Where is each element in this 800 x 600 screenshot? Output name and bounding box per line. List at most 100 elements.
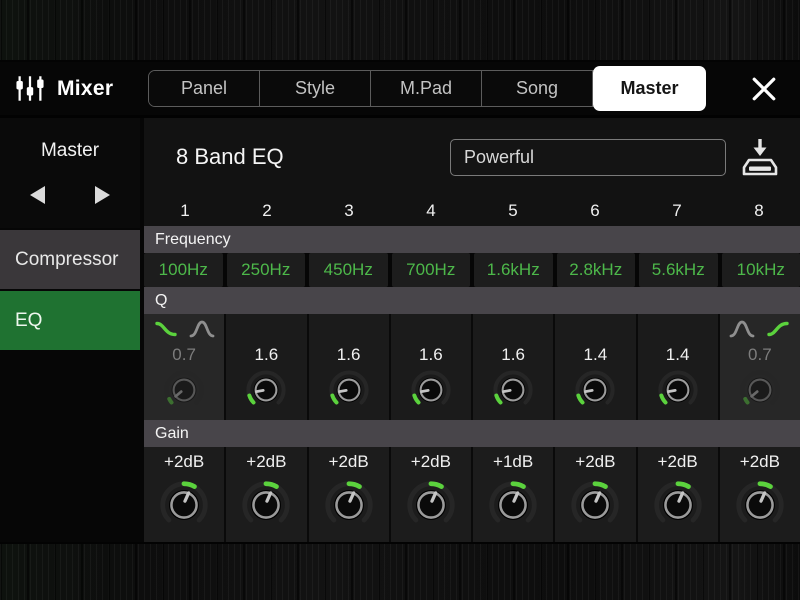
mixer-screen: Mixer Panel Style M.Pad Song Master Mast… bbox=[0, 0, 800, 600]
gain-value: +2dB bbox=[164, 452, 205, 471]
q-band-8: 0.7 bbox=[719, 314, 800, 420]
filter-shape-row bbox=[309, 314, 389, 344]
q-knob[interactable] bbox=[242, 366, 290, 414]
gain-section-header: Gain bbox=[144, 420, 800, 447]
frequency-row: 100Hz 250Hz 450Hz 700Hz 1.6kHz 2.8kHz 5.… bbox=[144, 253, 800, 287]
band-numbers-row: 1 2 3 4 5 6 7 8 bbox=[144, 196, 800, 226]
mixer-sliders-icon bbox=[14, 74, 46, 103]
frequency-value-button[interactable]: 5.6kHz bbox=[639, 253, 718, 287]
tab-mpad[interactable]: M.Pad bbox=[371, 71, 482, 106]
frequency-value-button[interactable]: 10kHz bbox=[721, 253, 800, 287]
q-band-1: 0.7 bbox=[144, 314, 225, 420]
knob-icon bbox=[566, 476, 624, 534]
gain-value: +2dB bbox=[410, 452, 451, 471]
gain-band-3: +2dB bbox=[308, 447, 389, 542]
q-section-header: Q bbox=[144, 287, 800, 314]
tab-panel[interactable]: Panel bbox=[149, 71, 260, 106]
bell-curve-button[interactable] bbox=[728, 318, 756, 340]
filter-shape-row bbox=[638, 314, 718, 344]
eq-panel: 8 Band EQ Powerful 1 2 3 4 5 6 7 8 Frequ… bbox=[144, 118, 800, 542]
bell-curve-icon bbox=[729, 319, 755, 339]
prev-target-button[interactable] bbox=[24, 182, 52, 208]
q-knob[interactable] bbox=[325, 366, 373, 414]
gain-band-1: +2dB bbox=[144, 447, 225, 542]
q-value: 1.6 bbox=[336, 345, 361, 364]
preset-selector[interactable]: Powerful bbox=[450, 138, 726, 176]
gain-band-7: +2dB bbox=[637, 447, 718, 542]
q-band-6: 1.4 bbox=[555, 314, 636, 420]
band-number: 3 bbox=[344, 201, 354, 220]
q-band-3: 1.6 bbox=[308, 314, 389, 420]
bottom-bezel bbox=[0, 542, 800, 600]
high-shelf-button[interactable] bbox=[764, 318, 792, 340]
q-value: 1.4 bbox=[583, 345, 608, 364]
q-band-7: 1.4 bbox=[637, 314, 718, 420]
low-shelf-button[interactable] bbox=[152, 318, 180, 340]
tab-song[interactable]: Song bbox=[482, 71, 593, 106]
tab-master[interactable]: Master bbox=[593, 66, 706, 111]
next-target-button[interactable] bbox=[88, 182, 116, 208]
filter-shape-row bbox=[555, 314, 635, 344]
filter-shape-row bbox=[391, 314, 471, 344]
header-bar: Mixer Panel Style M.Pad Song Master bbox=[0, 62, 800, 115]
sidebar-item-eq[interactable]: EQ bbox=[0, 291, 140, 350]
tab-style[interactable]: Style bbox=[260, 71, 371, 106]
q-band-4: 1.6 bbox=[390, 314, 471, 420]
gain-value: +2dB bbox=[246, 452, 287, 471]
filter-shape-row bbox=[226, 314, 306, 344]
knob-icon bbox=[237, 476, 295, 534]
close-button[interactable] bbox=[742, 69, 786, 109]
frequency-value-button[interactable]: 100Hz bbox=[144, 253, 223, 287]
q-knob[interactable] bbox=[736, 366, 784, 414]
bell-curve-button[interactable] bbox=[188, 318, 216, 340]
q-knob[interactable] bbox=[407, 366, 455, 414]
knob-icon bbox=[736, 366, 784, 414]
band-number: 8 bbox=[754, 201, 764, 220]
gain-knob[interactable] bbox=[731, 474, 789, 534]
gain-value: +2dB bbox=[657, 452, 698, 471]
high-shelf-icon bbox=[765, 319, 791, 339]
filter-shape-row bbox=[720, 314, 800, 344]
gain-knob[interactable] bbox=[566, 474, 624, 534]
knob-icon bbox=[571, 366, 619, 414]
q-value: 0.7 bbox=[172, 345, 196, 364]
frequency-value-button[interactable]: 450Hz bbox=[309, 253, 388, 287]
q-value: 1.6 bbox=[501, 345, 525, 364]
close-icon bbox=[751, 76, 777, 102]
gain-value: +2dB bbox=[575, 452, 616, 471]
q-knob[interactable] bbox=[571, 366, 619, 414]
knob-icon bbox=[155, 476, 213, 534]
band-number: 1 bbox=[180, 201, 190, 220]
page-title: 8 Band EQ bbox=[176, 144, 284, 169]
q-value: 1.6 bbox=[419, 345, 443, 364]
gain-knob[interactable] bbox=[320, 474, 378, 534]
q-knob[interactable] bbox=[160, 366, 208, 414]
q-value: 1.4 bbox=[665, 345, 690, 364]
save-button[interactable] bbox=[742, 136, 778, 178]
gain-knob[interactable] bbox=[155, 474, 213, 534]
q-knob[interactable] bbox=[654, 366, 702, 414]
frequency-value-button[interactable]: 700Hz bbox=[391, 253, 470, 287]
gain-band-6: +2dB bbox=[555, 447, 636, 542]
knob-icon bbox=[325, 366, 373, 414]
title-row: 8 Band EQ Powerful bbox=[144, 118, 800, 196]
gain-knob[interactable] bbox=[237, 474, 295, 534]
gain-value: +1dB bbox=[493, 452, 534, 471]
knob-icon bbox=[484, 476, 542, 534]
sidebar-group-label: Master bbox=[40, 140, 100, 161]
frequency-value-button[interactable]: 250Hz bbox=[226, 253, 305, 287]
save-icon bbox=[742, 137, 778, 177]
frequency-value-button[interactable]: 1.6kHz bbox=[474, 253, 553, 287]
gain-knob[interactable] bbox=[402, 474, 460, 534]
gain-knob[interactable] bbox=[484, 474, 542, 534]
gain-knob[interactable] bbox=[649, 474, 707, 534]
frequency-section-header: Frequency bbox=[144, 226, 800, 253]
gain-band-8: +2dB bbox=[719, 447, 800, 542]
q-value: 0.7 bbox=[748, 345, 772, 364]
sidebar-item-compressor[interactable]: Compressor bbox=[0, 230, 140, 289]
band-number: 6 bbox=[590, 201, 600, 220]
frequency-value-button[interactable]: 2.8kHz bbox=[556, 253, 635, 287]
q-knob[interactable] bbox=[489, 366, 537, 414]
band-number: 7 bbox=[672, 201, 682, 220]
app-title-label: Mixer bbox=[57, 76, 114, 100]
